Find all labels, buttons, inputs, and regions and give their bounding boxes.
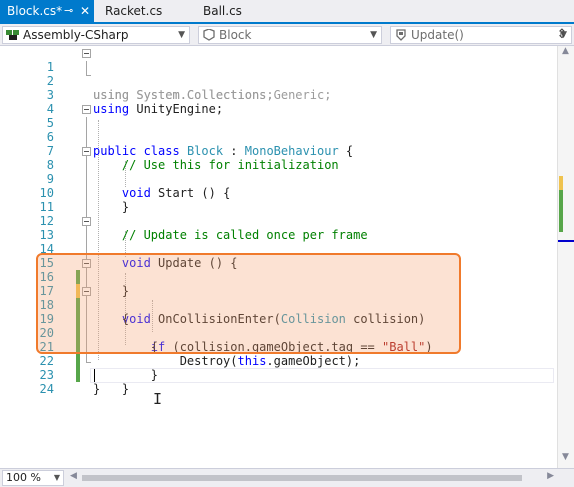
navigation-bar: Assembly-CSharp ▼ Block ▼ Update() ▼	[0, 24, 574, 46]
code-line: 11	[0, 186, 557, 214]
code-line: 3 using UnityEngine;	[0, 74, 557, 116]
code-line: 23 }	[0, 354, 557, 396]
chevron-down-icon: ▼	[178, 30, 185, 40]
saved-change-mark	[559, 190, 563, 232]
scroll-up-icon[interactable]: ▲	[562, 46, 569, 56]
type-dropdown[interactable]: Block ▼	[198, 26, 382, 44]
scroll-left-icon[interactable]: ◀	[70, 471, 77, 481]
member-dropdown[interactable]: Update() ▼	[390, 26, 572, 44]
class-icon	[203, 29, 215, 41]
code-line: 12 // Update is called once per frame	[0, 200, 557, 242]
scroll-right-icon[interactable]: ▶	[547, 471, 554, 481]
project-name: Assembly-CSharp	[23, 28, 129, 42]
fold-toggle-icon[interactable]	[82, 147, 91, 156]
method-icon	[396, 29, 406, 41]
editor-bottom-bar: 100 % ▼ ◀ ▶	[0, 468, 574, 487]
split-window-icon[interactable]: ⇕	[552, 26, 572, 44]
unsaved-change-mark	[559, 176, 563, 190]
tab-ball-cs[interactable]: Ball.cs	[196, 0, 256, 22]
project-icon	[6, 30, 19, 40]
chevron-down-icon: ▼	[370, 30, 377, 40]
close-icon[interactable]: ✕	[80, 0, 90, 22]
tab-label: Racket.cs	[105, 4, 163, 18]
code-line: 10 }	[0, 172, 557, 214]
tab-label: Block.cs*	[7, 4, 63, 18]
scroll-thumb[interactable]	[82, 475, 522, 481]
code-line: 14	[0, 228, 557, 256]
highlight-box	[36, 253, 461, 354]
code-line: 8 void Start () {	[0, 144, 557, 200]
tab-block-cs[interactable]: Block.cs* ⊸ ✕	[0, 0, 94, 22]
code-line: 5 public class Block : MonoBehaviour {	[0, 102, 557, 158]
code-line: 6	[0, 116, 557, 144]
caret-position-mark	[558, 240, 574, 242]
code-line: 13 void Update () {	[0, 214, 557, 270]
code-editor[interactable]: 1 using System.Collections; 2 using Syst…	[0, 46, 557, 468]
fold-toggle-icon[interactable]	[82, 217, 91, 226]
code-line: 4	[0, 88, 557, 116]
ibeam-cursor-icon: I	[153, 390, 163, 408]
fold-toggle-icon[interactable]	[82, 105, 91, 114]
zoom-level: 100 %	[6, 471, 41, 484]
tab-label: Ball.cs	[203, 4, 242, 18]
project-dropdown[interactable]: Assembly-CSharp ▼	[2, 26, 190, 44]
document-tab-strip: Block.cs* ⊸ ✕ Racket.cs Ball.cs	[0, 0, 574, 24]
pin-icon[interactable]: ⊸	[64, 0, 73, 22]
code-line: 1 using System.Collections;	[0, 46, 557, 102]
code-line: 2 using System.Collections.Generic;	[0, 60, 557, 102]
line-number: 24	[39, 382, 54, 396]
code-line: 7 // Use this for initialization	[0, 130, 557, 172]
code-line: 9	[0, 158, 557, 186]
text-caret	[94, 369, 95, 382]
tab-racket-cs[interactable]: Racket.cs	[98, 0, 188, 22]
fold-toggle-icon[interactable]	[82, 49, 91, 58]
chevron-down-icon: ▼	[53, 473, 60, 482]
member-name: Update()	[411, 28, 464, 42]
code-line: 24	[0, 368, 557, 396]
horizontal-scrollbar[interactable]: ◀ ▶	[68, 471, 556, 485]
scroll-down-icon[interactable]: ▼	[562, 452, 569, 462]
zoom-dropdown[interactable]: 100 % ▼	[2, 470, 64, 486]
type-name: Block	[219, 28, 252, 42]
vertical-scrollbar[interactable]: ▲ ▼	[557, 46, 574, 468]
